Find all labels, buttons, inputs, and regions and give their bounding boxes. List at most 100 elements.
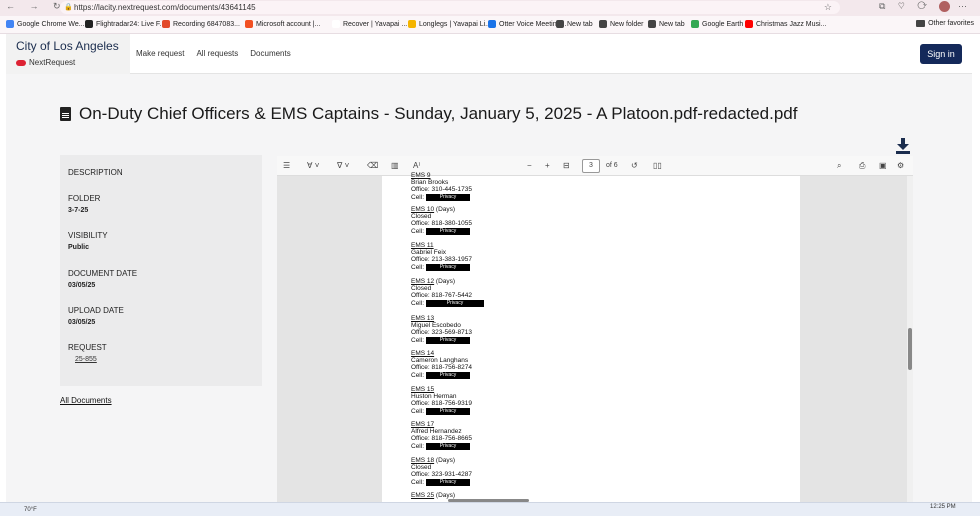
two-page-icon[interactable]: ▯▯ bbox=[653, 161, 662, 170]
entry-line: Office: 323-931-4287 bbox=[411, 471, 472, 479]
document-details-panel: DESCRIPTION FOLDER 3-7-25 VISIBILITY Pub… bbox=[60, 155, 262, 386]
download-icon[interactable] bbox=[896, 138, 910, 154]
url-text[interactable]: https://lacity.nextrequest.com/documents… bbox=[74, 3, 256, 12]
bookmark-item[interactable]: Otter Voice Meeting... bbox=[488, 20, 566, 28]
contents-icon[interactable]: ☰ bbox=[283, 161, 290, 170]
description-section: DESCRIPTION bbox=[68, 168, 123, 177]
vertical-scrollbar[interactable] bbox=[907, 176, 913, 502]
bookmark-item[interactable]: New tab bbox=[556, 20, 593, 28]
entry-line: Miguel Escobedo bbox=[411, 322, 461, 330]
redaction-box: Privacy bbox=[426, 227, 471, 235]
upload-date-label: UPLOAD DATE bbox=[68, 306, 124, 315]
entry-line: Alfred Hernandez bbox=[411, 428, 462, 436]
settings-gear-icon[interactable]: ⚙ bbox=[897, 161, 904, 170]
redaction-box: Privacy bbox=[426, 407, 471, 415]
nav-all-requests[interactable]: All requests bbox=[196, 49, 238, 58]
bookmark-item[interactable]: Microsoft account |... bbox=[245, 20, 320, 28]
bookmark-favicon-icon bbox=[556, 20, 564, 28]
fit-page-icon[interactable]: ⊟ bbox=[563, 161, 570, 170]
entry-line: Office: 818-756-8665 bbox=[411, 435, 472, 443]
bookmark-favicon-icon bbox=[488, 20, 496, 28]
bookmark-favicon-icon bbox=[599, 20, 607, 28]
save-icon[interactable]: ▣ bbox=[879, 161, 887, 170]
pdf-viewer: ☰ ∀ ˅ ∇ ˅ ⌫ ▥ A⁾ − + ⊟ 3 of 6 ↺ ▯▯ ⌕ ⎙ ▣… bbox=[277, 156, 913, 502]
brand-name: NextRequest bbox=[29, 58, 76, 67]
entry-line: Brian Brooks bbox=[411, 179, 449, 187]
sign-in-button[interactable]: Sign in bbox=[920, 44, 962, 64]
nextrequest-logo[interactable]: NextRequest bbox=[16, 58, 75, 67]
bookmark-item[interactable]: Recording 6847083... bbox=[162, 20, 240, 28]
eraser-icon[interactable]: ⌫ bbox=[367, 161, 378, 170]
entry-header: EMS 17 bbox=[411, 421, 435, 428]
entry-line: Office: 818-767-5442 bbox=[411, 292, 472, 300]
bookmark-item[interactable]: Recover | Yavapai ... bbox=[332, 20, 407, 28]
bookmark-favicon-icon bbox=[691, 20, 699, 28]
bookmark-item[interactable]: Google Chrome We... bbox=[6, 20, 85, 28]
other-favorites[interactable]: Other favorites bbox=[916, 20, 974, 27]
entry-line: Gabriel Feix bbox=[411, 249, 447, 257]
taskbar: 70°F 12:25 PM bbox=[0, 502, 980, 516]
bookmark-item[interactable]: Flightradar24: Live F... bbox=[85, 20, 165, 28]
bookmark-item[interactable]: New tab bbox=[648, 20, 685, 28]
bookmark-favicon-icon bbox=[648, 20, 656, 28]
entry-line: Office: 818-756-8274 bbox=[411, 364, 472, 372]
entry-header: EMS 25 bbox=[411, 492, 435, 499]
cell-label: Cell: bbox=[411, 371, 425, 379]
nav-make-request[interactable]: Make request bbox=[136, 49, 184, 58]
browser-extension-icons[interactable]: ⧉ ♡ ⟳ ⋯ bbox=[879, 1, 972, 13]
all-documents-link[interactable]: All Documents bbox=[60, 396, 112, 405]
pdf-toolbar: ☰ ∀ ˅ ∇ ˅ ⌫ ▥ A⁾ − + ⊟ 3 of 6 ↺ ▯▯ ⌕ ⎙ ▣… bbox=[277, 156, 913, 176]
zoom-out-icon[interactable]: − bbox=[527, 161, 532, 170]
entry-line: Office: 323-569-8713 bbox=[411, 329, 472, 337]
request-link[interactable]: 25-855 bbox=[68, 356, 107, 363]
bookmarks-bar: Google Chrome We... Flightradar24: Live F… bbox=[0, 16, 980, 34]
weather-text[interactable]: 70°F bbox=[24, 507, 37, 513]
search-icon[interactable]: ⌕ bbox=[837, 161, 841, 171]
view-mode-icon[interactable]: ▥ bbox=[391, 161, 399, 170]
bookmark-label: New folder bbox=[610, 20, 644, 28]
list-item: EMS 18 (Days) Closed Office: 323-931-4287 C… bbox=[411, 457, 472, 486]
bookmark-item[interactable]: Google Earth bbox=[691, 20, 743, 28]
bookmark-item[interactable]: Longlegs | Yavapai Li... bbox=[408, 20, 491, 28]
rotate-icon[interactable]: ↺ bbox=[631, 161, 638, 170]
bookmark-label: New tab bbox=[567, 20, 593, 28]
document-icon bbox=[60, 107, 71, 121]
visibility-label: VISIBILITY bbox=[68, 231, 108, 240]
scroll-thumb[interactable] bbox=[908, 328, 912, 370]
bookmark-label: Microsoft account |... bbox=[256, 20, 321, 28]
draw-icon[interactable]: ∇ ˅ bbox=[337, 161, 349, 170]
cell-label: Cell: bbox=[411, 407, 425, 415]
folder-value: 3-7-25 bbox=[68, 207, 89, 214]
entry-line: Closed bbox=[411, 285, 432, 293]
read-aloud-icon[interactable]: A⁾ bbox=[413, 161, 420, 170]
cell-label: Cell: bbox=[411, 227, 425, 235]
entry-suffix: (Days) bbox=[434, 492, 456, 499]
entry-line: Office: 818-756-9319 bbox=[411, 400, 472, 408]
bookmark-item[interactable]: New folder bbox=[599, 20, 643, 28]
bookmark-label: Longlegs | Yavapai Li... bbox=[419, 20, 491, 28]
address-bar[interactable]: 🔒 https://lacity.nextrequest.com/documen… bbox=[60, 1, 840, 14]
print-icon[interactable]: ⎙ bbox=[859, 161, 865, 171]
page-number-input[interactable]: 3 bbox=[582, 159, 600, 173]
highlight-icon[interactable]: ∀ ˅ bbox=[307, 161, 319, 170]
folder-section: FOLDER 3-7-25 bbox=[68, 194, 100, 214]
bookmark-favicon-icon bbox=[408, 20, 416, 28]
pdf-page: EMS 9 Brian Brooks Office: 310-445-1735 Cel… bbox=[382, 172, 800, 502]
city-name[interactable]: City of Los Angeles bbox=[16, 39, 119, 53]
entry-suffix: (Days) bbox=[434, 206, 456, 213]
zoom-in-icon[interactable]: + bbox=[545, 161, 550, 170]
avatar[interactable] bbox=[939, 1, 951, 13]
list-item: EMS 17 Alfred Hernandez Office: 818-756-86… bbox=[411, 421, 472, 450]
bookmark-label: New tab bbox=[659, 20, 685, 28]
logo-block[interactable]: City of Los Angeles NextRequest bbox=[6, 34, 130, 74]
bookmark-item[interactable]: Christmas Jazz Musi... bbox=[745, 20, 826, 28]
bookmark-label: Recording 6847083... bbox=[173, 20, 240, 28]
bookmark-label: Recover | Yavapai ... bbox=[343, 20, 408, 28]
star-icon[interactable]: ☆ bbox=[824, 1, 832, 14]
document-date-label: DOCUMENT DATE bbox=[68, 269, 138, 278]
nav-documents[interactable]: Documents bbox=[250, 49, 290, 58]
entry-header: EMS 15 bbox=[411, 386, 435, 393]
clock-text[interactable]: 12:25 PM bbox=[930, 504, 956, 510]
browser-nav-buttons[interactable]: ← → ↻ bbox=[6, 1, 67, 12]
entry-header: EMS 10 bbox=[411, 206, 435, 213]
